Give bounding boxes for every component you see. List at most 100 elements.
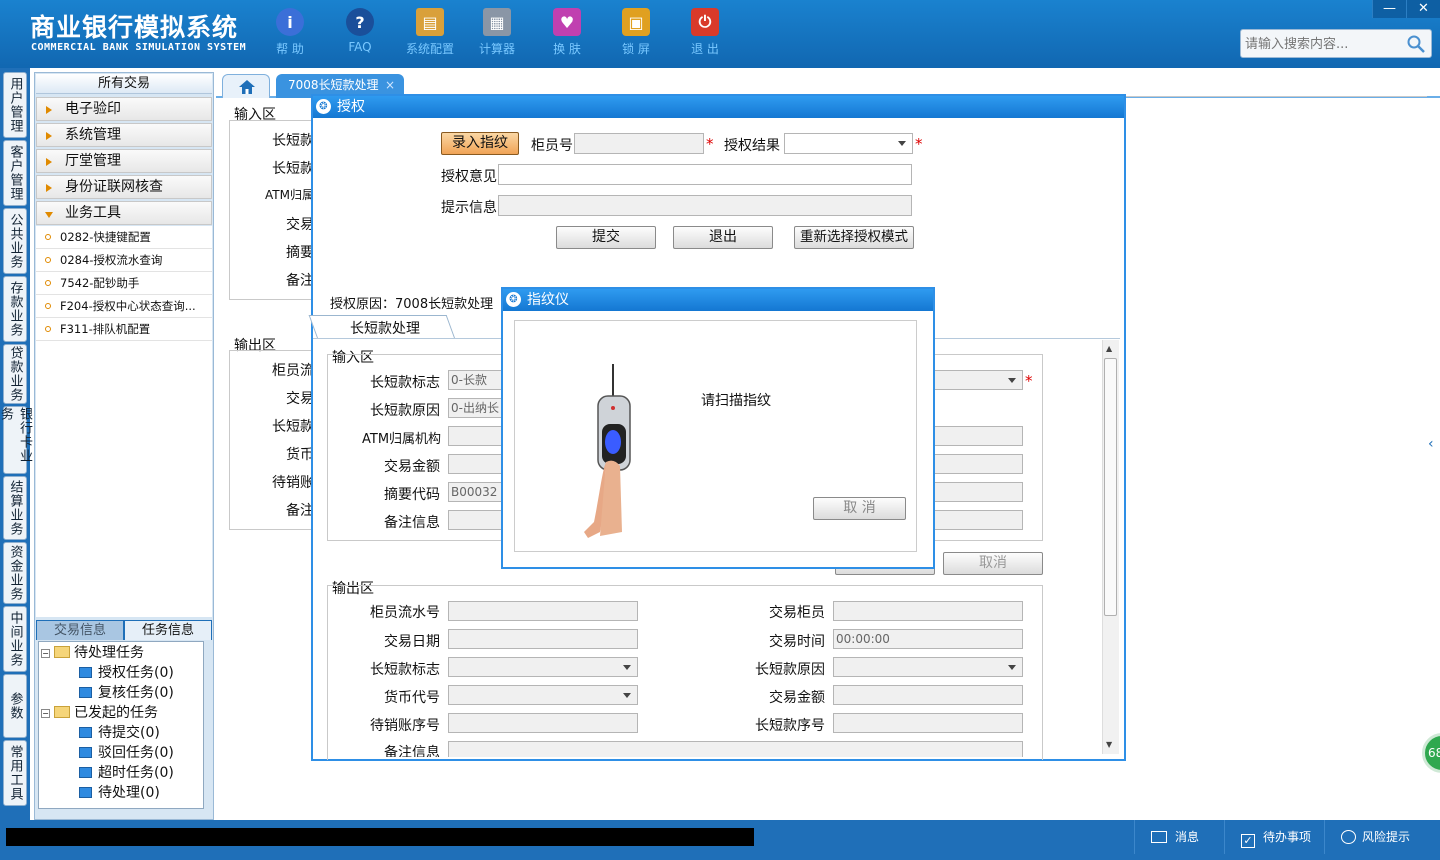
account-input — [448, 713, 638, 733]
menu-group-id-check[interactable]: 身份证联网核查 — [36, 175, 212, 199]
note-label: 备注信息 — [384, 515, 440, 531]
inner-cancel-button[interactable]: 取消 — [943, 552, 1043, 575]
messages-button[interactable]: 消息 — [1134, 820, 1224, 854]
close-window-button[interactable]: ✕ — [1406, 0, 1440, 18]
tab-task-info[interactable]: 任务信息 — [125, 621, 211, 640]
teller-no-input[interactable] — [574, 133, 704, 154]
out-flag-select — [448, 657, 638, 677]
bullet-icon — [45, 326, 51, 332]
menu-item-0284[interactable]: 0284-授权流水查询 — [36, 249, 212, 272]
search-icon[interactable] — [1406, 34, 1426, 54]
tree-node-initiated[interactable]: − 已发起的任务 — [41, 704, 158, 722]
mail-icon — [1151, 831, 1167, 843]
help-button[interactable]: i 帮 助 — [259, 8, 321, 57]
collapse-icon[interactable]: − — [41, 649, 50, 658]
note-input[interactable] — [448, 510, 508, 530]
calculator-button[interactable]: ▦ 计算器 — [466, 8, 528, 57]
menu-group-hall[interactable]: 厅堂管理 — [36, 149, 212, 173]
vtab-settlement-business[interactable]: 结算业务 — [3, 476, 27, 540]
menu-item-7542[interactable]: 7542-配钞助手 — [36, 272, 212, 295]
scroll-up-icon[interactable]: ▲ — [1106, 344, 1112, 353]
auth-opinion-label: 授权意见 — [441, 169, 497, 185]
subtab-long-short[interactable]: 长短款处理 — [350, 318, 420, 338]
summary-input[interactable]: B00032 — [448, 482, 508, 502]
vtab-common-tools[interactable]: 常用工具 — [3, 740, 27, 806]
tree-node-rejected[interactable]: 驳回任务(0) — [79, 744, 174, 762]
amount-input[interactable] — [448, 454, 508, 474]
tree-node-to-process[interactable]: 待处理(0) — [79, 784, 160, 802]
teller-label: 交易柜员 — [769, 605, 825, 621]
bullet-icon — [45, 257, 51, 263]
search-input[interactable] — [1245, 35, 1405, 53]
input-right-part[interactable] — [934, 454, 1023, 474]
menu-group-system[interactable]: 系统管理 — [36, 123, 212, 147]
bullet-icon — [45, 303, 51, 309]
enter-fingerprint-button[interactable]: 录入指纹 — [441, 132, 519, 155]
chevron-left-icon[interactable]: ‹ — [1428, 422, 1440, 466]
vtab-customer-management[interactable]: 客户管理 — [3, 140, 27, 206]
atm-label: ATM归属机构 — [362, 432, 442, 447]
dropdown-arrow-icon — [1008, 378, 1016, 383]
menu-group-e-seal[interactable]: 电子验印 — [36, 97, 212, 121]
summary-label: 摘要代码 — [384, 487, 440, 503]
scroll-down-icon[interactable]: ▼ — [1106, 740, 1112, 749]
auth-dialog-title: ❂ 授权 — [313, 96, 1124, 118]
tab-transaction-info[interactable]: 交易信息 — [37, 621, 123, 640]
fp-cancel-button[interactable]: 取 消 — [813, 497, 906, 520]
close-tab-icon[interactable]: × — [385, 74, 395, 96]
exit-button[interactable]: ⏻ 退 出 — [674, 8, 736, 57]
tree-node-to-submit[interactable]: 待提交(0) — [79, 724, 160, 742]
atm-input[interactable] — [448, 426, 508, 446]
system-config-button[interactable]: ▤ 系统配置 — [399, 8, 461, 57]
vtab-public-business[interactable]: 公共业务 — [3, 208, 27, 274]
notification-badge[interactable]: 68 — [1422, 733, 1440, 773]
tree-node-review[interactable]: 复核任务(0) — [79, 684, 174, 702]
skin-button[interactable]: ♥ 换 肤 — [536, 8, 598, 57]
auth-opinion-input[interactable] — [498, 164, 912, 185]
teller-input — [833, 601, 1023, 621]
menu-item-f311[interactable]: F311-排队机配置 — [36, 318, 212, 341]
toolbox-icon: ▤ — [416, 8, 444, 36]
input-right-part[interactable] — [934, 482, 1023, 502]
task-icon — [79, 727, 92, 738]
vtab-loan-business[interactable]: 贷款业务 — [3, 344, 27, 404]
folder-icon — [54, 706, 70, 718]
minimize-button[interactable]: — — [1372, 0, 1406, 18]
todo-button[interactable]: ✓ 待办事项 — [1224, 820, 1324, 854]
flag-select[interactable]: 0-长款 — [448, 370, 508, 390]
scroll-thumb[interactable] — [1104, 358, 1117, 616]
app-subtitle: COMMERCIAL BANK SIMULATION SYSTEM — [31, 42, 247, 53]
bg-label: 长短款 — [272, 133, 314, 149]
bg-divider — [1125, 96, 1427, 97]
vtab-bankcard-business[interactable]: 银行卡业务 — [0, 406, 32, 474]
input-right-part[interactable] — [934, 510, 1023, 530]
tree-node-timeout[interactable]: 超时任务(0) — [79, 764, 174, 782]
search-box — [1240, 29, 1432, 58]
dialog-exit-button[interactable]: 退出 — [673, 226, 773, 249]
vtab-parameters[interactable]: 参数 — [3, 674, 27, 738]
out-note-input — [448, 741, 1023, 757]
tab-home[interactable] — [222, 74, 270, 98]
tree-node-auth[interactable]: 授权任务(0) — [79, 664, 174, 682]
reselect-auth-mode-button[interactable]: 重新选择授权模式 — [794, 226, 914, 249]
input-right-part[interactable] — [934, 426, 1023, 446]
task-icon — [79, 667, 92, 678]
tree-node-pending[interactable]: − 待处理任务 — [41, 644, 144, 662]
serial-label: 柜员流水号 — [370, 605, 440, 621]
vtab-user-management[interactable]: 用户管理 — [3, 72, 27, 138]
lock-button[interactable]: ▣ 锁 屏 — [605, 8, 667, 57]
menu-group-tools[interactable]: 业务工具 — [36, 201, 212, 225]
submit-button[interactable]: 提交 — [556, 226, 656, 249]
checkbox-icon: ✓ — [1241, 834, 1255, 848]
reason-select[interactable]: 0-出纳长 — [448, 398, 508, 418]
vtab-deposit-business[interactable]: 存款业务 — [3, 276, 27, 342]
risk-alert-button[interactable]: 风险提示 — [1324, 820, 1440, 854]
vtab-intermediary-business[interactable]: 中间业务 — [3, 606, 27, 672]
menu-item-0282[interactable]: 0282-快捷键配置 — [36, 226, 212, 249]
collapse-icon[interactable]: − — [41, 709, 50, 718]
auth-result-select[interactable] — [784, 133, 913, 154]
select-right-part[interactable] — [934, 370, 1023, 390]
vtab-fund-business[interactable]: 资金业务 — [3, 542, 27, 604]
menu-item-f204[interactable]: F204-授权中心状态查询... — [36, 295, 212, 318]
faq-button[interactable]: ? FAQ — [329, 8, 391, 54]
